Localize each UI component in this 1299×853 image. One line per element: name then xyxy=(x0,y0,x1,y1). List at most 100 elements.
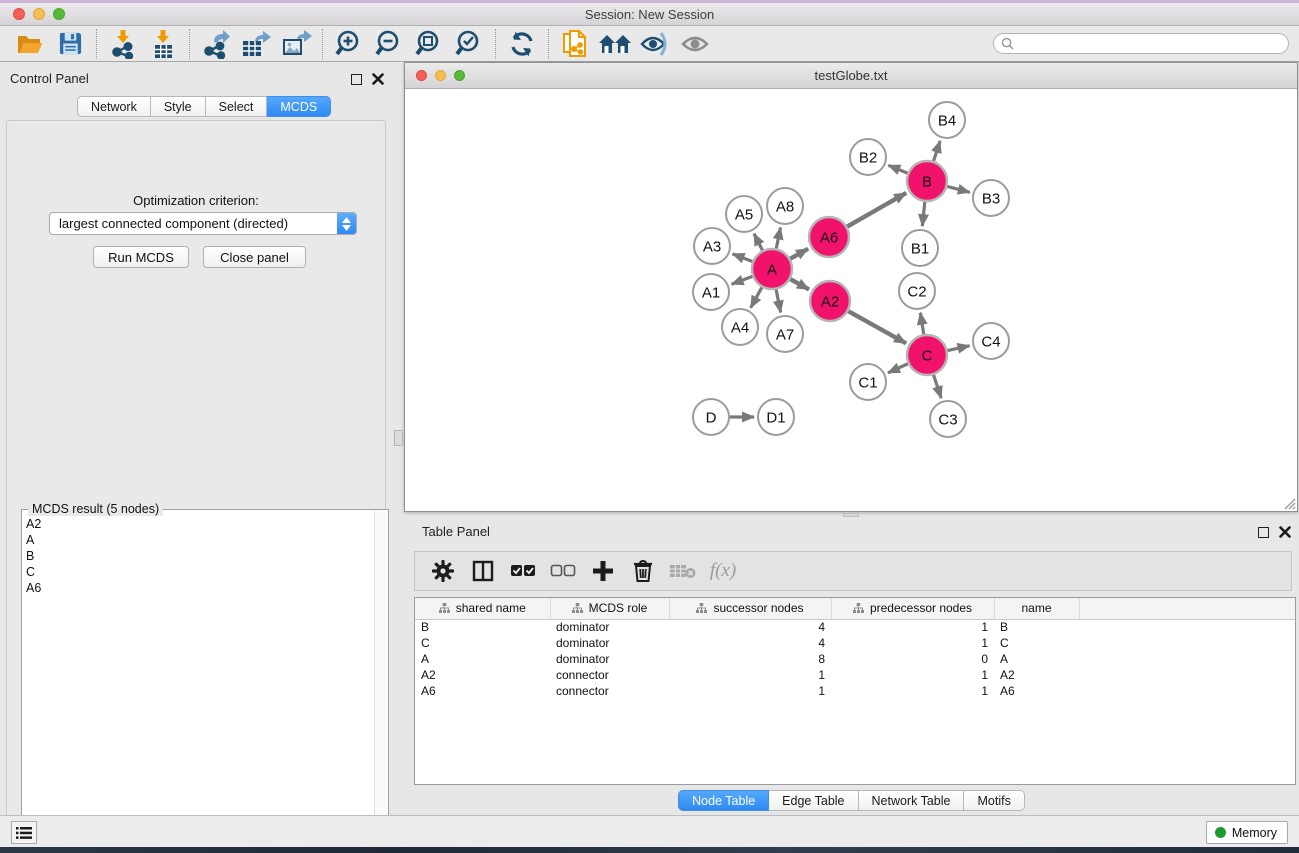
select-all-columns-icon[interactable] xyxy=(505,554,541,588)
table-row[interactable]: Adominator80A xyxy=(415,651,1295,667)
deselect-all-columns-icon[interactable] xyxy=(545,554,581,588)
window-resize-grip[interactable] xyxy=(1282,496,1296,510)
column-header-shared-name[interactable]: shared name xyxy=(415,598,550,619)
export-image-icon[interactable] xyxy=(276,28,316,60)
graph-node-A4[interactable]: A4 xyxy=(722,309,758,345)
close-table-panel-icon[interactable] xyxy=(1279,526,1291,538)
close-panel-icon[interactable] xyxy=(372,73,384,85)
zoom-fit-icon[interactable] xyxy=(409,28,449,60)
mcds-result-list[interactable]: A2ABCA6 xyxy=(26,516,372,847)
graph-edge-A-A6[interactable] xyxy=(790,249,808,259)
column-header-name[interactable]: name xyxy=(994,598,1079,619)
tab-mcds[interactable]: MCDS xyxy=(267,96,331,117)
graph-node-B4[interactable]: B4 xyxy=(929,102,965,138)
memory-button[interactable]: Memory xyxy=(1206,821,1288,844)
hide-selected-icon[interactable] xyxy=(635,28,675,60)
graph-edge-A-A8[interactable] xyxy=(776,228,780,249)
graph-node-C2[interactable]: C2 xyxy=(899,273,935,309)
close-network-window-button[interactable] xyxy=(416,70,427,81)
copy-network-icon[interactable] xyxy=(555,28,595,60)
add-column-icon[interactable] xyxy=(585,554,621,588)
zoom-network-window-button[interactable] xyxy=(454,70,465,81)
graph-node-A2[interactable]: A2 xyxy=(810,281,850,321)
graph-edge-C-C1[interactable] xyxy=(888,364,908,373)
search-input[interactable] xyxy=(1018,36,1288,52)
run-mcds-button[interactable]: Run MCDS xyxy=(93,246,189,268)
graph-node-A8[interactable]: A8 xyxy=(767,188,803,224)
refresh-layout-icon[interactable] xyxy=(502,28,542,60)
minimize-network-window-button[interactable] xyxy=(435,70,446,81)
graph-edge-A-A1[interactable] xyxy=(732,276,753,284)
graph-edge-C-C3[interactable] xyxy=(934,375,942,398)
table-row[interactable]: Cdominator41C xyxy=(415,635,1295,651)
minimize-window-button[interactable] xyxy=(33,8,45,20)
column-header-predecessor-nodes[interactable]: predecessor nodes xyxy=(831,598,994,619)
close-window-button[interactable] xyxy=(13,8,25,20)
delete-column-icon[interactable] xyxy=(625,554,661,588)
network-canvas[interactable]: AA1A2A3A4A5A6A7A8BB1B2B3B4CC1C2C3C4DD1 xyxy=(405,89,1297,511)
graph-edge-A-A7[interactable] xyxy=(776,290,781,313)
float-panel-icon[interactable] xyxy=(351,74,362,85)
tab-network-table[interactable]: Network Table xyxy=(859,790,965,811)
tab-edge-table[interactable]: Edge Table xyxy=(769,790,858,811)
column-header-successor-nodes[interactable]: successor nodes xyxy=(669,598,831,619)
result-scrollbar[interactable] xyxy=(374,511,387,850)
graph-node-D1[interactable]: D1 xyxy=(758,399,794,435)
graph-edge-A2-C[interactable] xyxy=(848,311,906,343)
graph-node-A7[interactable]: A7 xyxy=(767,316,803,352)
graph-node-B[interactable]: B xyxy=(907,161,947,201)
graph-edge-A-A4[interactable] xyxy=(751,287,762,307)
zoom-out-icon[interactable] xyxy=(369,28,409,60)
close-panel-button[interactable]: Close panel xyxy=(203,246,306,268)
criterion-dropdown[interactable]: largest connected component (directed) xyxy=(49,212,357,235)
graph-edge-A-A5[interactable] xyxy=(754,234,762,251)
graph-edge-B-B4[interactable] xyxy=(934,141,941,161)
settings-gear-icon[interactable] xyxy=(425,554,461,588)
show-all-icon[interactable] xyxy=(675,28,715,60)
home-view-icon[interactable] xyxy=(595,28,635,60)
graph-edge-A6-B[interactable] xyxy=(847,193,906,227)
table-row[interactable]: Bdominator41B xyxy=(415,619,1295,635)
zoom-window-button[interactable] xyxy=(53,8,65,20)
graph-node-D[interactable]: D xyxy=(693,399,729,435)
search-field[interactable] xyxy=(993,33,1289,54)
graph-edge-C-C4[interactable] xyxy=(948,346,970,351)
graph-node-B2[interactable]: B2 xyxy=(850,139,886,175)
graph-node-A5[interactable]: A5 xyxy=(726,196,762,232)
tab-network[interactable]: Network xyxy=(77,96,151,117)
graph-node-C4[interactable]: C4 xyxy=(973,323,1009,359)
import-network-icon[interactable] xyxy=(103,28,143,60)
tab-select[interactable]: Select xyxy=(206,96,268,117)
open-file-icon[interactable] xyxy=(10,28,50,60)
graph-node-A1[interactable]: A1 xyxy=(693,274,729,310)
import-table-icon[interactable] xyxy=(143,28,183,60)
function-builder-icon[interactable]: f(x) xyxy=(705,554,741,588)
column-header-MCDS-role[interactable]: MCDS role xyxy=(550,598,669,619)
graph-node-A3[interactable]: A3 xyxy=(694,228,730,264)
export-network-icon[interactable] xyxy=(196,28,236,60)
zoom-selected-icon[interactable] xyxy=(449,28,489,60)
export-table-icon[interactable] xyxy=(236,28,276,60)
graph-node-C3[interactable]: C3 xyxy=(930,401,966,437)
graph-edge-B-B2[interactable] xyxy=(888,165,907,173)
graph-edge-C-C2[interactable] xyxy=(920,313,923,335)
graph-edge-B-B3[interactable] xyxy=(947,186,969,192)
delete-table-icon[interactable] xyxy=(665,554,701,588)
tab-motifs[interactable]: Motifs xyxy=(964,790,1024,811)
graph-node-B1[interactable]: B1 xyxy=(902,230,938,266)
tab-node-table[interactable]: Node Table xyxy=(678,790,769,811)
graph-node-C[interactable]: C xyxy=(907,335,947,375)
horizontal-splitter-handle[interactable] xyxy=(843,513,859,517)
graph-edge-B-B1[interactable] xyxy=(922,202,925,226)
table-row[interactable]: A6connector11A6 xyxy=(415,683,1295,699)
graph-node-A[interactable]: A xyxy=(752,249,792,289)
tab-style[interactable]: Style xyxy=(151,96,206,117)
graph-node-B3[interactable]: B3 xyxy=(973,180,1009,216)
vertical-splitter-handle[interactable] xyxy=(394,430,403,446)
split-columns-icon[interactable] xyxy=(465,554,501,588)
float-table-panel-icon[interactable] xyxy=(1258,527,1269,538)
graph-node-C1[interactable]: C1 xyxy=(850,364,886,400)
task-history-button[interactable] xyxy=(11,821,37,844)
graph-edge-A-A2[interactable] xyxy=(790,279,809,289)
table-row[interactable]: A2connector11A2 xyxy=(415,667,1295,683)
